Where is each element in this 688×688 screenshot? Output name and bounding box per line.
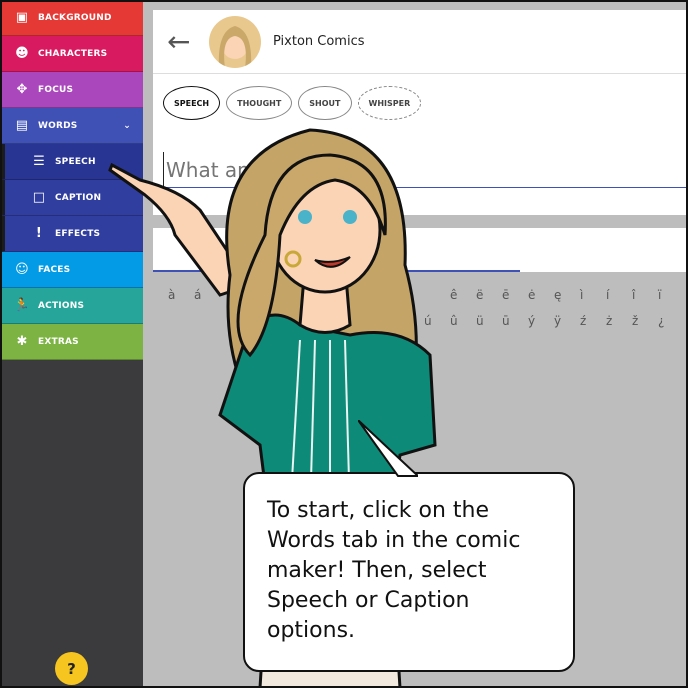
bubble-speech[interactable]: SPEECH	[163, 86, 221, 120]
sidebar-item-characters[interactable]: ☻ CHARACTERS	[0, 36, 143, 72]
sidebar-item-label: WORDS	[38, 120, 78, 131]
bubble-shout[interactable]: SHOUT	[298, 86, 352, 120]
avatar	[209, 15, 261, 68]
panel-header: ← Pixton Comics	[153, 10, 688, 74]
accent-key[interactable]: ì	[580, 288, 583, 302]
accent-key[interactable]: ź	[580, 314, 586, 328]
sidebar-item-label: EFFECTS	[55, 228, 101, 239]
accent-key[interactable]: ė	[528, 288, 535, 302]
image-icon: ▣	[15, 10, 29, 25]
sidebar-item-label: FACES	[38, 264, 71, 275]
sidebar-item-focus[interactable]: ✥ FOCUS	[0, 72, 143, 108]
bubble-thought[interactable]: THOUGHT	[226, 86, 293, 120]
accent-key[interactable]: í	[606, 288, 609, 302]
instruction-callout: To start, click on the Words tab in the …	[243, 472, 575, 672]
sidebar-item-label: SPEECH	[55, 156, 96, 167]
face-outline-icon: ☻	[15, 46, 29, 61]
callout-tail	[358, 420, 418, 477]
accent-key[interactable]: ż	[606, 314, 612, 328]
move-icon: ✥	[16, 82, 28, 97]
sidebar-item-label: ACTIONS	[38, 300, 85, 311]
sidebar-item-label: CAPTION	[55, 192, 102, 203]
accent-key[interactable]: ē	[502, 288, 509, 302]
sidebar-item-label: BACKGROUND	[38, 12, 112, 23]
puzzle-icon: ✱	[16, 334, 28, 349]
running-icon: 🏃	[13, 298, 31, 313]
sidebar-item-label: FOCUS	[38, 84, 74, 95]
list-icon: ☰	[33, 154, 45, 169]
caption-icon: □	[32, 190, 46, 205]
accent-key[interactable]: ū	[502, 314, 510, 328]
back-arrow-icon[interactable]: ←	[167, 25, 209, 58]
accent-key[interactable]: ï	[658, 288, 661, 302]
sidebar-item-background[interactable]: ▣ BACKGROUND	[0, 0, 143, 36]
accent-key[interactable]: ¿	[658, 314, 664, 328]
help-button[interactable]: ?	[55, 652, 88, 685]
accent-key[interactable]: ę	[554, 288, 561, 302]
bubble-whisper[interactable]: WHISPER	[357, 86, 422, 120]
accent-key[interactable]: î	[632, 288, 635, 302]
chat-icon: ▤	[15, 118, 29, 133]
page-title: Pixton Comics	[273, 34, 365, 49]
exclamation-icon: !	[35, 226, 43, 241]
accent-key[interactable]: ÿ	[554, 314, 561, 328]
smiley-icon: ☺	[15, 262, 29, 277]
sidebar-item-label: EXTRAS	[38, 336, 79, 347]
accent-key[interactable]: ý	[528, 314, 535, 328]
accent-key[interactable]: ž	[632, 314, 638, 328]
sidebar-item-label: CHARACTERS	[38, 48, 108, 59]
